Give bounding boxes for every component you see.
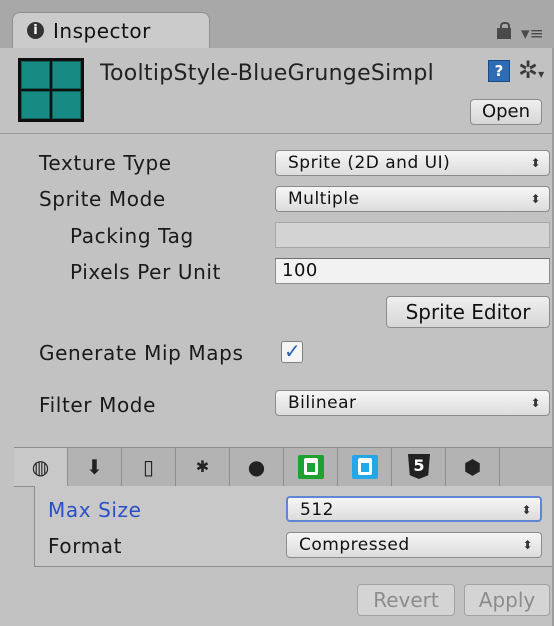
store-green-icon	[298, 455, 324, 479]
download-icon: ⬇	[86, 455, 103, 479]
tab-menu-icon[interactable]: ▾≡	[521, 26, 544, 43]
dropdown-arrows-icon: ⬍	[530, 192, 541, 206]
platform-tab-ios[interactable]: ▯	[122, 448, 176, 486]
tab-inspector[interactable]: i Inspector	[12, 12, 210, 49]
generate-mip-maps-label: Generate Mip Maps	[39, 341, 244, 365]
filter-mode-value: Bilinear	[288, 393, 357, 413]
open-button[interactable]: Open	[470, 99, 542, 125]
platform-tab-android[interactable]: ✱	[176, 448, 230, 486]
help-icon[interactable]: ?	[488, 60, 510, 82]
checkmark-icon: ✓	[284, 339, 301, 363]
max-size-value: 512	[300, 500, 334, 520]
texture-type-label: Texture Type	[39, 151, 172, 175]
phone-icon: ▯	[142, 455, 154, 479]
dropdown-arrows-icon: ⬍	[521, 503, 532, 517]
format-value: Compressed	[299, 535, 410, 555]
filter-mode-label: Filter Mode	[39, 393, 156, 417]
texture-type-dropdown[interactable]: Sprite (2D and UI) ⬍	[275, 150, 550, 176]
generate-mip-maps-checkbox[interactable]: ✓	[281, 339, 303, 363]
platform-tab-blackberry[interactable]: ●	[230, 448, 284, 486]
info-icon: i	[27, 22, 44, 39]
texture-type-value: Sprite (2D and UI)	[288, 153, 451, 173]
inspector-window: i Inspector ▾≡ TooltipStyle-BlueGrungeSi…	[0, 0, 554, 626]
gear-icon[interactable]: ✲▾	[518, 56, 544, 84]
platform-tab-windows-store[interactable]	[284, 448, 338, 486]
blackberry-icon: ●	[247, 455, 266, 479]
platform-tab-standalone[interactable]: ⬇	[68, 448, 122, 486]
sprite-mode-dropdown[interactable]: Multiple ⬍	[275, 186, 550, 212]
globe-icon: ◍	[31, 455, 50, 479]
apply-button[interactable]: Apply	[464, 584, 550, 616]
lock-icon[interactable]	[497, 22, 511, 40]
format-dropdown[interactable]: Compressed ⬍	[286, 532, 542, 558]
cube-icon: ⬢	[463, 455, 482, 479]
dropdown-arrows-icon: ⬍	[522, 538, 533, 552]
platform-tab-bar: ◍ ⬇ ▯ ✱ ● 5 ⬢	[14, 447, 554, 487]
platform-tab-samsung-tv[interactable]: ⬢	[446, 448, 500, 486]
platform-tab-windows-phone[interactable]	[338, 448, 392, 486]
platform-tab-webgl[interactable]: 5	[392, 448, 446, 486]
revert-button[interactable]: Revert	[357, 584, 455, 616]
store-blue-icon	[352, 455, 378, 479]
asset-name: TooltipStyle-BlueGrungeSimpl	[100, 61, 434, 86]
filter-mode-dropdown[interactable]: Bilinear ⬍	[275, 390, 550, 416]
max-size-dropdown[interactable]: 512 ⬍	[286, 496, 542, 522]
sprite-mode-value: Multiple	[288, 189, 360, 209]
tab-label: Inspector	[53, 19, 151, 43]
html5-icon: 5	[408, 454, 430, 479]
dropdown-arrows-icon: ⬍	[530, 156, 541, 170]
packing-tag-field[interactable]	[275, 222, 550, 248]
pixels-per-unit-field[interactable]: 100	[275, 258, 550, 284]
packing-tag-label: Packing Tag	[70, 224, 194, 248]
sprite-editor-button[interactable]: Sprite Editor	[386, 296, 550, 328]
tab-bar: i Inspector ▾≡	[0, 0, 554, 49]
platform-tab-default[interactable]: ◍	[14, 448, 68, 486]
android-icon: ✱	[195, 457, 210, 476]
pixels-per-unit-label: Pixels Per Unit	[70, 260, 221, 284]
max-size-label: Max Size	[48, 498, 142, 522]
asset-header: TooltipStyle-BlueGrungeSimpl ? ✲▾ Open	[0, 48, 554, 134]
sprite-mode-label: Sprite Mode	[39, 187, 166, 211]
format-label: Format	[48, 534, 123, 558]
asset-thumbnail	[18, 58, 84, 122]
dropdown-arrows-icon: ⬍	[530, 396, 541, 410]
platform-settings-panel: Max Size 512 ⬍ Format Compressed ⬍	[34, 486, 554, 567]
